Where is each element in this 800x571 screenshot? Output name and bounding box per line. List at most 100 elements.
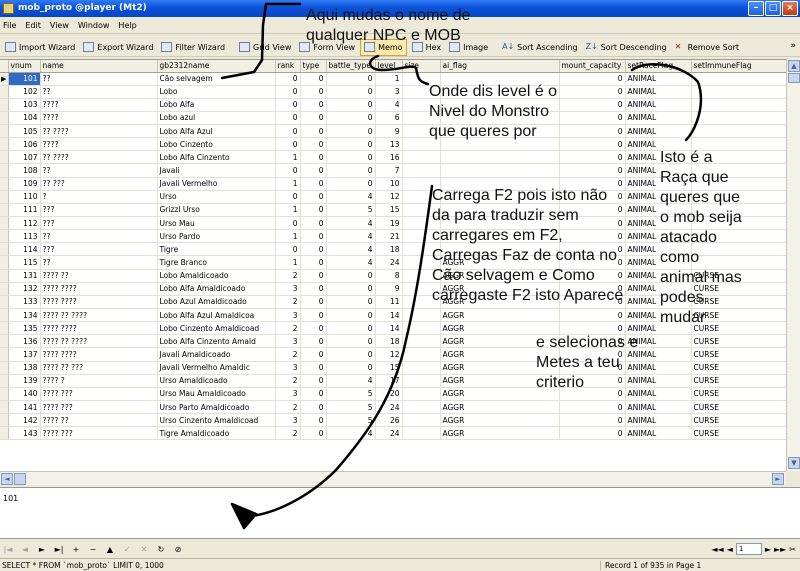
cell-set-immune-flag[interactable] [691, 98, 786, 112]
cell-gb2312name[interactable]: Lobo Cinzento [157, 137, 276, 152]
cell-type[interactable]: 0 [300, 295, 327, 310]
sort-ascending-button[interactable]: A↓ Sort Ascending [499, 39, 580, 56]
cell-rank[interactable]: 0 [275, 98, 301, 112]
cell-gb2312name[interactable]: Lobo Alfa Cinzento [157, 150, 276, 165]
cell-set-race-flag[interactable]: ANIMAL [625, 111, 692, 126]
cell-gb2312name[interactable]: Lobo Alfa Amaldicoado [157, 282, 276, 296]
cell-battle-type[interactable]: 0 [326, 269, 376, 283]
cell-level[interactable]: 14 [375, 321, 403, 336]
cell-set-race-flag[interactable]: ANIMAL [625, 72, 692, 86]
cell-type[interactable]: 0 [300, 400, 327, 415]
insert-record-button[interactable]: + [71, 545, 81, 554]
cell-size[interactable] [402, 308, 441, 323]
cell-rank[interactable]: 0 [275, 242, 301, 257]
cell-type[interactable]: 0 [300, 413, 327, 428]
cell-rank[interactable]: 3 [275, 308, 301, 323]
col-size[interactable]: size [402, 60, 441, 73]
cell-level[interactable]: 24 [375, 255, 403, 270]
cell-type[interactable]: 0 [300, 426, 327, 441]
cell-rank[interactable]: 0 [275, 216, 301, 231]
cell-mount-capacity[interactable]: 0 [559, 426, 626, 441]
cell-gb2312name[interactable]: Urso [157, 190, 276, 204]
first-record-button[interactable]: |◄ [3, 545, 13, 554]
stop-button[interactable]: ⊘ [173, 545, 183, 554]
cell-vnum[interactable]: 140 [8, 387, 41, 402]
cell-type[interactable]: 0 [300, 255, 327, 270]
cell-rank[interactable]: 2 [275, 295, 301, 310]
cell-type[interactable]: 0 [300, 347, 327, 362]
cell-vnum[interactable]: 142 [8, 413, 41, 428]
maximize-button[interactable]: □ [765, 1, 781, 16]
cell-gb2312name[interactable]: Lobo Alfa Azul [157, 124, 276, 139]
cell-vnum[interactable]: 133 [8, 295, 41, 310]
row-indicator[interactable] [0, 137, 9, 152]
cell-gb2312name[interactable]: Lobo Alfa Cinzento Amald [157, 334, 276, 349]
cell-vnum[interactable]: 113 [8, 229, 41, 244]
cell-vnum[interactable]: 138 [8, 361, 41, 375]
memo-editor[interactable]: 101 [0, 487, 800, 539]
export-wizard-button[interactable]: Export Wizard [80, 39, 156, 56]
cell-name[interactable]: ???? ?? ???? [40, 308, 158, 323]
cell-size[interactable] [402, 426, 441, 441]
cell-name[interactable]: ???? ?? ???? [40, 334, 158, 349]
cell-battle-type[interactable]: 0 [326, 85, 376, 99]
cell-type[interactable]: 0 [300, 177, 327, 191]
cell-battle-type[interactable]: 4 [326, 229, 376, 244]
cell-type[interactable]: 0 [300, 242, 327, 257]
cell-set-immune-flag[interactable] [691, 111, 786, 126]
cell-type[interactable]: 0 [300, 374, 327, 388]
next-page-icon[interactable]: ► [765, 545, 771, 554]
cell-name[interactable]: ???? ??? [40, 426, 158, 441]
cell-battle-type[interactable]: 4 [326, 255, 376, 270]
col-name[interactable]: name [40, 60, 158, 73]
cell-vnum[interactable]: 103 [8, 98, 41, 112]
cell-size[interactable] [402, 334, 441, 349]
cell-gb2312name[interactable]: Lobo Alfa Azul Amaldicoa [157, 308, 276, 323]
cell-vnum[interactable]: 143 [8, 426, 41, 441]
cell-battle-type[interactable]: 0 [326, 72, 376, 86]
row-indicator[interactable] [0, 347, 9, 362]
table-row[interactable]: 140???? ??? Urso Mau Amaldicoado 3 0 5 20 AGGR… [0, 387, 786, 402]
cell-ai-flag[interactable] [440, 163, 560, 178]
horizontal-scrollbar[interactable]: ◄ ► [0, 471, 786, 485]
delete-record-button[interactable]: − [88, 545, 98, 554]
cell-gb2312name[interactable]: Javali [157, 163, 276, 178]
col-set-race-flag[interactable]: setRaceFlag [625, 60, 692, 73]
cell-type[interactable]: 0 [300, 150, 327, 165]
row-indicator[interactable] [0, 124, 9, 139]
row-indicator[interactable] [0, 321, 9, 336]
cell-battle-type[interactable]: 4 [326, 374, 376, 388]
cancel-edit-button[interactable]: ✕ [139, 545, 149, 554]
cell-gb2312name[interactable]: Javali Vermelho [157, 177, 276, 191]
prior-record-button[interactable]: ◄ [20, 545, 30, 554]
cell-vnum[interactable]: 101 [8, 72, 41, 86]
table-row[interactable]: 138???? ?? ??? Javali Vermelho Amaldic 3 0 0… [0, 361, 786, 375]
cell-type[interactable]: 0 [300, 361, 327, 375]
page-number-input[interactable]: 1 [735, 543, 762, 555]
cell-battle-type[interactable]: 0 [326, 321, 376, 336]
cell-gb2312name[interactable]: Javali Vermelho Amaldic [157, 361, 276, 375]
cell-vnum[interactable]: 102 [8, 85, 41, 99]
cell-name[interactable]: ???? ???? [40, 321, 158, 336]
table-row[interactable]: 141???? ??? Urso Parto Amaldicoado 2 0 5 24 AG… [0, 400, 786, 415]
cell-set-immune-flag[interactable]: CURSE [691, 400, 786, 415]
col-vnum[interactable]: vnum [8, 60, 41, 73]
cell-size[interactable] [402, 150, 441, 165]
cell-battle-type[interactable]: 0 [326, 163, 376, 178]
row-indicator[interactable] [0, 190, 9, 204]
cell-ai-flag[interactable]: AGGR [440, 400, 560, 415]
cell-name[interactable]: ??? [40, 242, 158, 257]
table-row[interactable]: 105?? ???? Lobo Alfa Azul 0 0 0 9 0 ANIMAL [0, 124, 786, 139]
cell-battle-type[interactable]: 0 [326, 347, 376, 362]
cell-gb2312name[interactable]: Javali Amaldicoado [157, 347, 276, 362]
cell-rank[interactable]: 0 [275, 72, 301, 86]
cell-name[interactable]: ?? ???? [40, 124, 158, 139]
cell-gb2312name[interactable]: Grizzl Urso [157, 203, 276, 218]
cell-rank[interactable]: 3 [275, 282, 301, 296]
cell-name[interactable]: ???? ?? [40, 269, 158, 283]
cell-rank[interactable]: 2 [275, 321, 301, 336]
cell-rank[interactable]: 3 [275, 413, 301, 428]
cell-name[interactable]: ???? ???? [40, 282, 158, 296]
vertical-scroll-thumb[interactable] [788, 73, 800, 83]
cell-type[interactable]: 0 [300, 98, 327, 112]
